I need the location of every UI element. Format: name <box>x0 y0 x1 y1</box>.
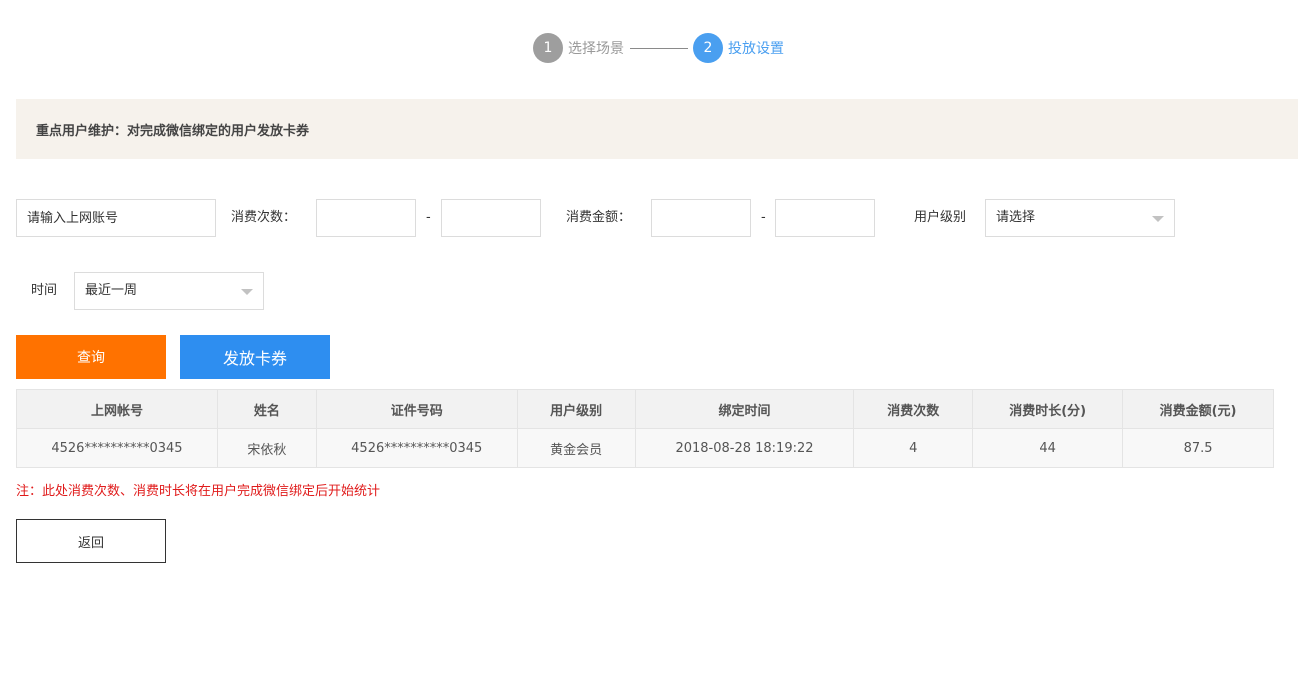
page: 1 选择场景 2 投放设置 重点用户维护：对完成微信绑定的用户发放卡券 消费次数… <box>0 0 1298 689</box>
step-connector <box>630 47 688 49</box>
cell-account: 4526**********0345 <box>16 428 218 468</box>
level-select-value: 请选择 <box>996 210 1036 225</box>
cell-level: 黄金会员 <box>516 428 636 468</box>
table-header-row: 上网帐号 姓名 证件号码 用户级别 绑定时间 消费次数 消费时长(分) 消费金额… <box>16 389 1274 429</box>
scenario-notice-text: 重点用户维护：对完成微信绑定的用户发放卡券 <box>36 123 310 139</box>
count-min-input[interactable] <box>316 199 416 237</box>
user-table: 上网帐号 姓名 证件号码 用户级别 绑定时间 消费次数 消费时长(分) 消费金额… <box>16 389 1274 468</box>
chevron-down-icon <box>1152 216 1164 222</box>
chevron-down-icon <box>241 289 253 295</box>
step-indicator: 1 选择场景 2 投放设置 <box>533 33 784 63</box>
column-header-account: 上网帐号 <box>16 389 218 429</box>
issue-coupon-button[interactable]: 发放卡券 <box>180 335 330 379</box>
column-header-id-number: 证件号码 <box>315 389 518 429</box>
back-button[interactable]: 返回 <box>16 519 166 563</box>
cell-amount: 87.5 <box>1122 428 1274 468</box>
time-label: 时间 <box>31 283 58 298</box>
amount-range-dash: - <box>761 210 766 225</box>
column-header-bind-time: 绑定时间 <box>634 389 855 429</box>
cell-duration: 44 <box>972 428 1124 468</box>
step-2-circle: 2 <box>693 33 723 63</box>
account-input[interactable] <box>16 199 216 237</box>
column-header-duration: 消费时长(分) <box>972 389 1124 429</box>
time-select-value: 最近一周 <box>85 283 138 298</box>
query-button[interactable]: 查询 <box>16 335 166 379</box>
time-select[interactable]: 最近一周 <box>74 272 264 310</box>
amount-min-input[interactable] <box>651 199 751 237</box>
level-label: 用户级别 <box>914 210 967 225</box>
count-label: 消费次数： <box>231 210 297 225</box>
cell-count: 4 <box>853 428 974 468</box>
step-2-label: 投放设置 <box>728 41 784 57</box>
step-1-label: 选择场景 <box>568 41 624 57</box>
column-header-amount: 消费金额(元) <box>1122 389 1274 429</box>
amount-max-input[interactable] <box>775 199 875 237</box>
cell-name: 宋依秋 <box>216 428 317 468</box>
amount-label: 消费金额： <box>566 210 632 225</box>
count-range-dash: - <box>426 210 431 225</box>
step-1-circle: 1 <box>533 33 563 63</box>
cell-id-number: 4526**********0345 <box>315 428 518 468</box>
column-header-count: 消费次数 <box>853 389 974 429</box>
level-select[interactable]: 请选择 <box>985 199 1175 237</box>
column-header-name: 姓名 <box>216 389 317 429</box>
scenario-notice: 重点用户维护：对完成微信绑定的用户发放卡券 <box>16 99 1298 159</box>
column-header-level: 用户级别 <box>516 389 636 429</box>
count-max-input[interactable] <box>441 199 541 237</box>
statistics-note: 注：此处消费次数、消费时长将在用户完成微信绑定后开始统计 <box>16 484 381 499</box>
table-row: 4526**********0345 宋依秋 4526**********034… <box>16 428 1274 468</box>
cell-bind-time: 2018-08-28 18:19:22 <box>634 428 855 468</box>
